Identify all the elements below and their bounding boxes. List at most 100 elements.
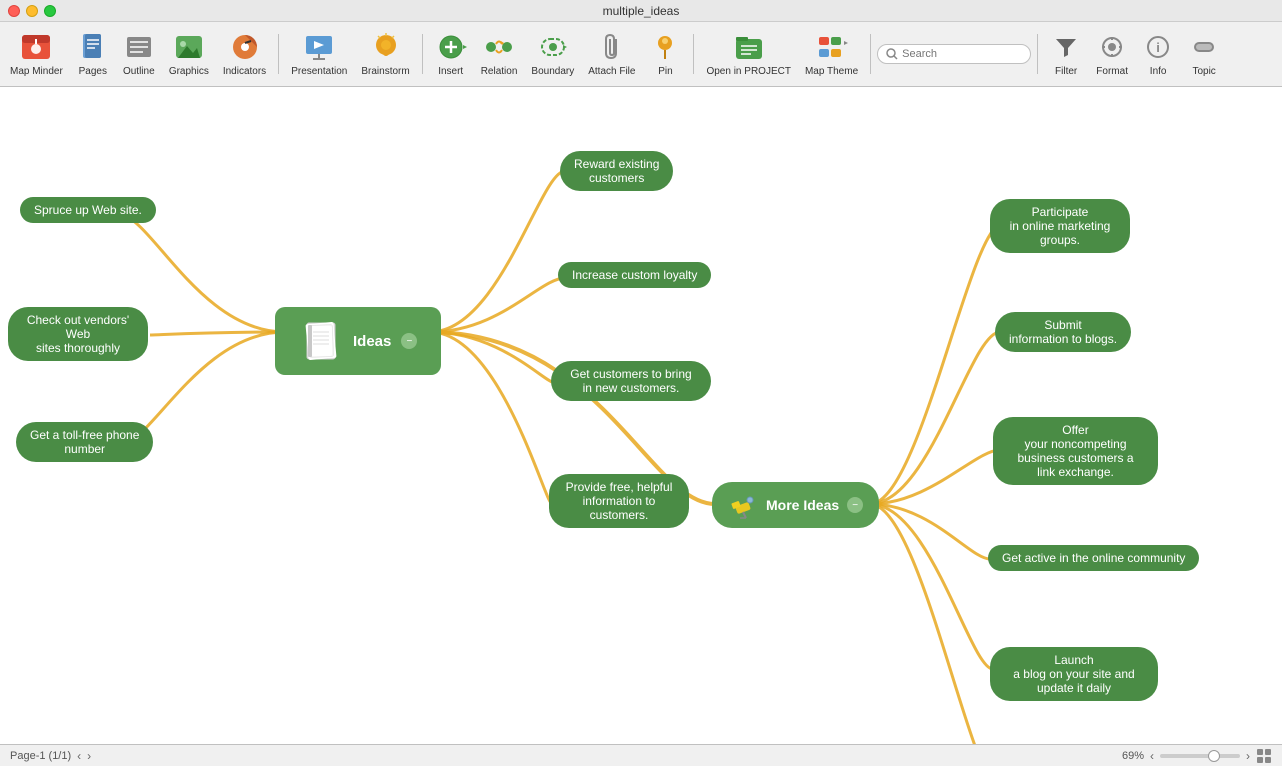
toolbar: Map Minder Pages Outline [0,22,1282,87]
more-ideas-label: More Ideas [766,497,839,513]
statusbar-left: Page-1 (1/1) ‹ › [10,749,91,763]
map-theme-icon [816,31,848,63]
traffic-lights [8,5,56,17]
toolbar-info[interactable]: i Info [1136,27,1180,81]
zoom-thumb[interactable] [1208,750,1220,762]
minimize-button[interactable] [26,5,38,17]
toolbar-insert[interactable]: Insert [429,27,473,81]
brainstorm-label: Brainstorm [361,66,409,77]
toolbar-presentation[interactable]: Presentation [285,27,353,81]
center-node-ideas[interactable]: Ideas − [275,307,441,375]
prev-page-button[interactable]: ‹ [77,749,81,763]
far-right-5-label: Launcha blog on your site and update it … [1013,653,1134,695]
topic-label: Topic [1192,66,1215,77]
titlebar: multiple_ideas [0,0,1282,22]
search-box[interactable] [877,44,1031,64]
far-right-5[interactable]: Launcha blog on your site and update it … [990,647,1158,701]
toolbar-filter[interactable]: Filter [1044,27,1088,81]
far-right-4-label: Get active in the online community [1002,551,1185,565]
right-node-1-label: Reward existingcustomers [574,157,659,185]
far-right-2[interactable]: Submitinformation to blogs. [995,312,1131,352]
attach-file-label: Attach File [588,66,635,77]
pages-label: Pages [79,66,107,77]
right-node-4[interactable]: Provide free, helpfulinformation to cust… [549,474,689,528]
toolbar-map-theme[interactable]: Map Theme [799,27,864,81]
info-label: Info [1150,66,1167,77]
page-indicator: Page-1 (1/1) [10,750,71,762]
format-label: Format [1096,66,1128,77]
telescope-icon [728,490,758,520]
collapse-button-more-ideas[interactable]: − [847,497,863,513]
right-node-4-label: Provide free, helpfulinformation to cust… [566,480,673,522]
left-node-3[interactable]: Get a toll-free phonenumber [16,422,153,462]
right-node-3[interactable]: Get customers to bring in new customers. [551,361,711,401]
boundary-icon [537,31,569,63]
toolbar-map-minder[interactable]: Map Minder [4,27,69,81]
toolbar-attach-file[interactable]: Attach File [582,27,641,81]
relation-label: Relation [481,66,518,77]
collapse-button-center[interactable]: − [401,333,417,349]
insert-icon [435,31,467,63]
divider-2 [422,34,423,74]
center-node-label: Ideas [353,333,391,350]
divider-5 [1037,34,1038,74]
right-node-1[interactable]: Reward existingcustomers [560,151,673,191]
insert-label: Insert [438,66,463,77]
divider-3 [693,34,694,74]
left-node-1[interactable]: Spruce up Web site. [20,197,156,223]
boundary-label: Boundary [531,66,574,77]
maximize-button[interactable] [44,5,56,17]
next-page-button[interactable]: › [87,749,91,763]
graphics-label: Graphics [169,66,209,77]
statusbar-right: 69% ‹ › [1122,748,1272,764]
canvas: Ideas − Spruce up Web site. Check out ve… [0,87,1282,744]
notebook-icon [299,319,343,363]
search-input[interactable] [902,48,1022,60]
outline-icon [123,31,155,63]
outline-label: Outline [123,66,155,77]
far-right-1[interactable]: Participatein online marketing groups. [990,199,1130,253]
pin-icon [649,31,681,63]
pin-label: Pin [658,66,672,77]
right-node-2-label: Increase custom loyalty [572,268,697,282]
far-right-3-label: Offeryour noncompeting business customer… [1017,423,1133,479]
toolbar-boundary[interactable]: Boundary [525,27,580,81]
toolbar-open-project[interactable]: Open in PROJECT [700,27,796,81]
divider-1 [278,34,279,74]
left-node-2[interactable]: Check out vendors' Websites thoroughly [8,307,148,361]
divider-4 [870,34,871,74]
left-node-2-label: Check out vendors' Websites thoroughly [27,313,129,355]
search-icon [886,48,898,60]
toolbar-brainstorm[interactable]: Brainstorm [355,27,415,81]
toolbar-format[interactable]: Format [1090,27,1134,81]
presentation-label: Presentation [291,66,347,77]
far-right-3[interactable]: Offeryour noncompeting business customer… [993,417,1158,485]
toolbar-pages[interactable]: Pages [71,27,115,81]
zoom-in-button[interactable]: › [1246,749,1250,763]
far-right-4[interactable]: Get active in the online community [988,545,1199,571]
more-ideas-node[interactable]: More Ideas − [712,482,879,528]
toolbar-pin[interactable]: Pin [643,27,687,81]
toolbar-outline[interactable]: Outline [117,27,161,81]
indicators-icon [229,31,261,63]
map-theme-label: Map Theme [805,66,858,77]
toolbar-relation[interactable]: Relation [475,27,524,81]
presentation-icon [303,31,335,63]
right-node-3-label: Get customers to bring in new customers. [570,367,691,395]
zoom-level: 69% [1122,750,1144,762]
statusbar: Page-1 (1/1) ‹ › 69% ‹ › [0,744,1282,766]
toolbar-graphics[interactable]: Graphics [163,27,215,81]
far-right-1-label: Participatein online marketing groups. [1010,205,1111,247]
zoom-out-button[interactable]: ‹ [1150,749,1154,763]
close-button[interactable] [8,5,20,17]
info-icon: i [1142,31,1174,63]
toolbar-topic[interactable]: Topic [1182,27,1226,81]
left-node-1-label: Spruce up Web site. [34,203,142,217]
right-node-2[interactable]: Increase custom loyalty [558,262,711,288]
svg-text:i: i [1156,40,1160,55]
indicators-label: Indicators [223,66,266,77]
toolbar-indicators[interactable]: Indicators [217,27,272,81]
zoom-slider[interactable] [1160,754,1240,758]
format-icon [1096,31,1128,63]
grid-icon [1256,748,1272,764]
